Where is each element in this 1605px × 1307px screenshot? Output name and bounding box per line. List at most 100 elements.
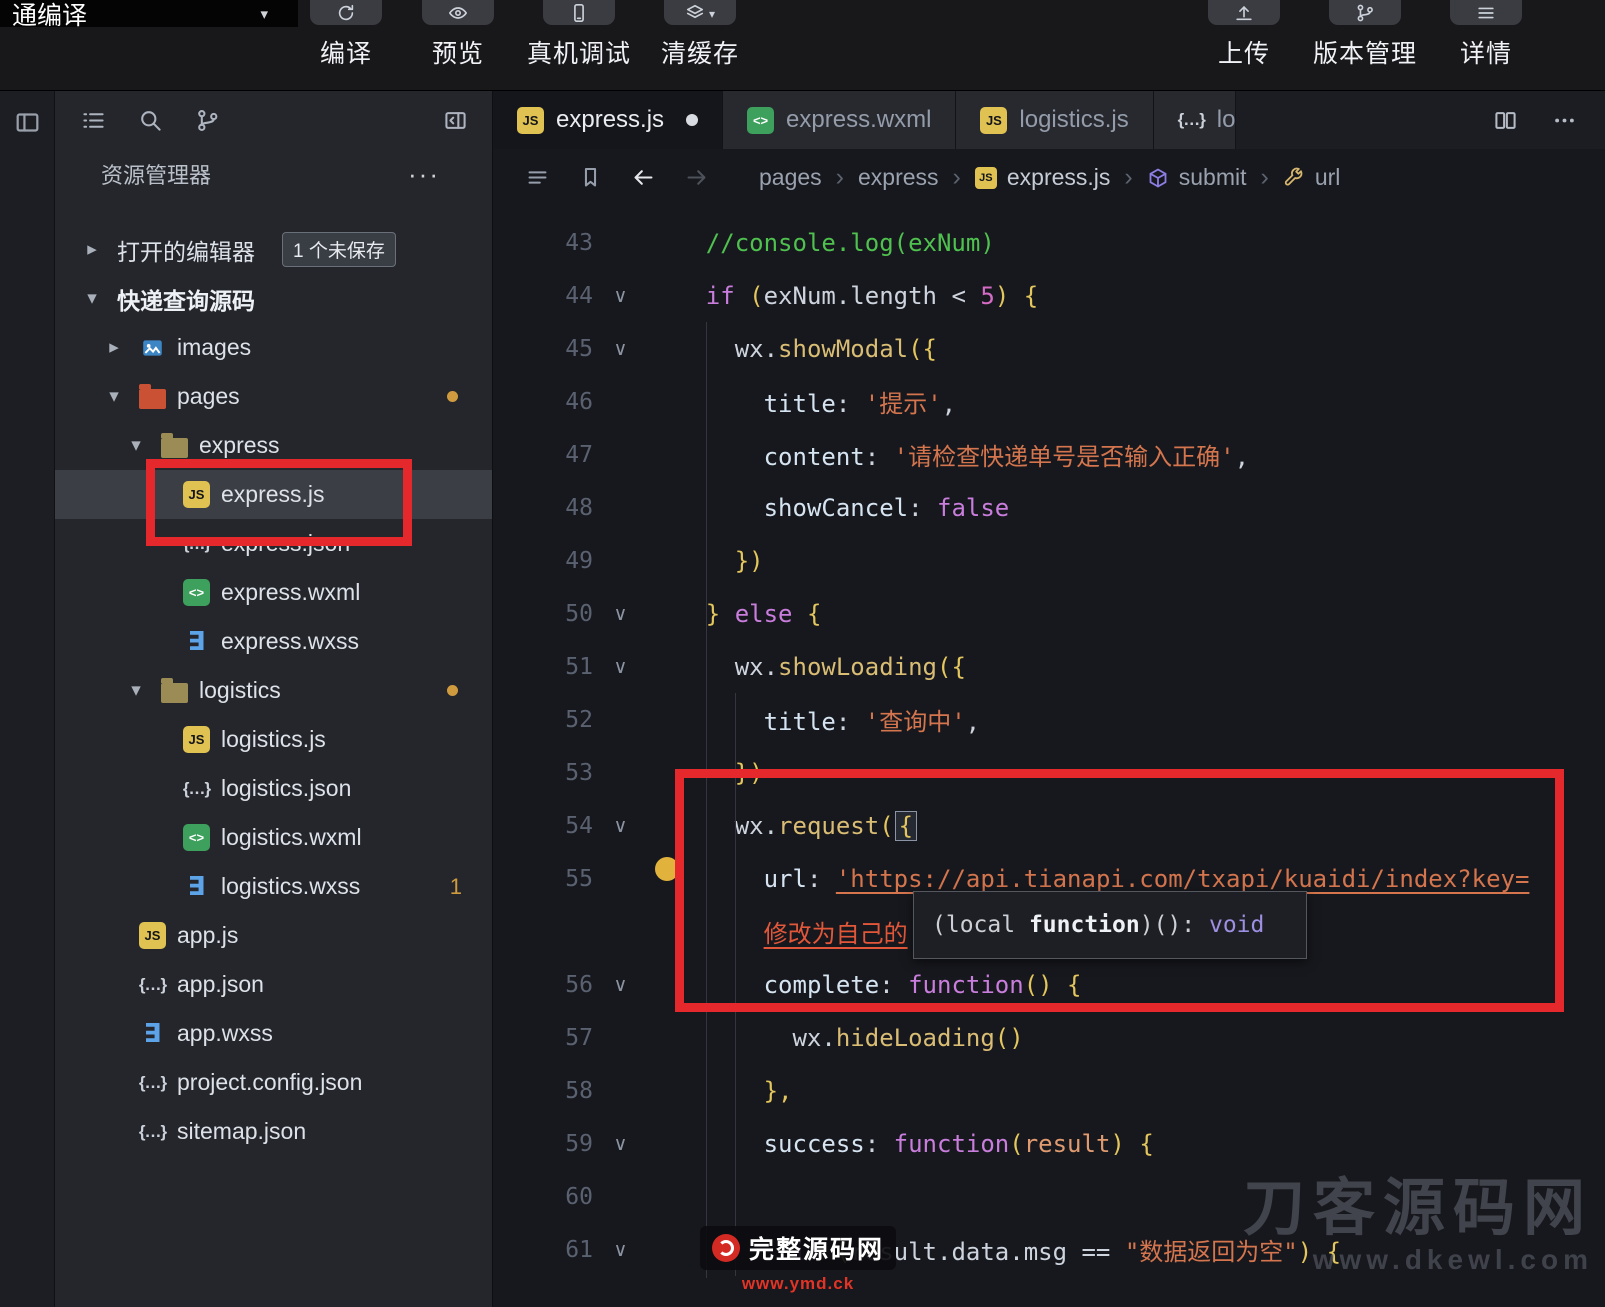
more-actions-icon[interactable]: ··· [408,169,440,179]
chevron-right-icon[interactable]: ▸ [78,238,106,261]
tab-label: lo [1217,106,1236,134]
code-text[interactable]: wx.showModal({ [648,335,1605,363]
tree-item-express-js[interactable]: JSexpress.js [55,470,492,519]
toolbar-button-details[interactable]: 详情 [1443,0,1529,70]
breadcrumb-item-url[interactable]: url [1283,164,1341,191]
split-editor-icon[interactable] [1493,108,1518,133]
code-text[interactable]: }) [648,759,1605,787]
fold-chevron-icon[interactable]: ∨ [593,656,648,678]
code-text[interactable]: if (result.data.msg == "数据返回为空") { [648,1232,1605,1267]
details-icon-box [1450,0,1522,25]
hover-tooltip: (local function)(): void [913,891,1307,959]
breadcrumb-item-pages[interactable]: pages [759,164,822,191]
outline-list-icon[interactable] [525,165,550,190]
code-text[interactable]: url: 'https://api.tianapi.com/txapi/kuai… [648,865,1605,893]
tree-item-logistics-js[interactable]: JSlogistics.js [55,715,492,764]
chevron-right-icon[interactable]: ▸ [100,336,128,359]
tree-item-logistics[interactable]: ▾logistics [55,666,492,715]
toolbar-button-clear-cache[interactable]: ▾清缓存 [657,0,743,70]
breadcrumb-item-express-js[interactable]: JSexpress.js [975,164,1111,191]
chevron-down-icon[interactable]: ▾ [78,287,106,310]
panel-layout-icon[interactable] [14,109,41,136]
more-editor-actions-icon[interactable] [1552,108,1577,133]
code-text[interactable]: wx.showLoading({ [648,653,1605,681]
code-text[interactable]: wx.request({ [648,812,1605,840]
code-text[interactable]: success: function(result) { [648,1130,1605,1158]
code-text[interactable]: complete: function() { [648,971,1605,999]
fold-chevron-icon[interactable]: ∨ [593,285,648,307]
tree-item-app-js[interactable]: JSapp.js [55,911,492,960]
editor: JSexpress.js<>express.wxmlJSlogistics.js… [493,91,1605,1307]
sidebar-title: 资源管理器 [101,158,211,190]
tree-item-express[interactable]: ▾express [55,421,492,470]
tab-logistics-js[interactable]: JSlogistics.js [956,91,1153,149]
tree-item-open-editors[interactable]: ▸打开的编辑器1 个未保存 [55,225,492,274]
chevron-down-icon[interactable]: ▾ [122,679,150,702]
code-text[interactable]: //console.log(exNum) [648,229,1605,257]
fold-chevron-icon[interactable]: ∨ [593,338,648,360]
navigate-back-icon[interactable] [631,165,656,190]
chevron-down-icon[interactable]: ▾ [122,434,150,457]
activity-bar [0,91,55,1307]
code-text[interactable]: if (exNum.length < 5) { [648,282,1605,310]
code-editor[interactable]: 43//console.log(exNum)44∨if (exNum.lengt… [493,206,1605,1307]
toolbar-button-version[interactable]: 版本管理 [1313,0,1417,70]
tree-item-label: logistics.wxss [221,873,360,900]
code-text[interactable]: title: '提示', [648,384,1605,419]
fold-chevron-icon[interactable]: ∨ [593,1133,648,1155]
bookmark-icon[interactable] [578,165,603,190]
toolbar-button-device-debug[interactable]: 真机调试 [527,0,631,70]
tab-express-js[interactable]: JSexpress.js [493,91,723,149]
tab-bar: JSexpress.js<>express.wxmlJSlogistics.js… [493,91,1605,149]
chevron-down-icon[interactable]: ▾ [100,385,128,408]
js-file-icon: JS [139,922,166,949]
quick-fix-lightbulb-icon[interactable] [655,857,679,881]
tree-item-project-config-json[interactable]: {…}project.config.json [55,1058,492,1107]
git-branch-icon[interactable] [195,108,220,133]
tree-item-logistics-wxss[interactable]: ∃logistics.wxss1 [55,862,492,911]
fold-chevron-icon[interactable]: ∨ [593,815,648,837]
code-text[interactable]: }, [648,1077,1605,1105]
tree-item-project-root[interactable]: ▾快递查询源码 [55,274,492,323]
image-folder-icon [139,336,166,360]
code-text[interactable]: content: '请检查快递单号是否输入正确', [648,437,1605,472]
code-text[interactable]: } else { [648,600,1605,628]
tree-item-express-wxml[interactable]: <>express.wxml [55,568,492,617]
tab-bar-tabs: JSexpress.js<>express.wxmlJSlogistics.js… [493,91,1236,149]
toolbar-button-upload[interactable]: 上传 [1201,0,1287,70]
code-text[interactable]: }) [648,547,1605,575]
code-text[interactable]: title: '查询中', [648,702,1605,737]
breadcrumb-separator-icon: › [1124,163,1132,192]
breadcrumb-item-express[interactable]: express [858,164,939,191]
tree-item-sitemap-json[interactable]: {…}sitemap.json [55,1107,492,1156]
explorer-icon[interactable] [81,108,106,133]
fold-chevron-icon[interactable]: ∨ [593,974,648,996]
fold-chevron-icon[interactable]: ∨ [593,1239,648,1261]
code-line: 52title: '查询中', [493,693,1605,746]
tree-item-express-json[interactable]: {…}express.json [55,519,492,568]
tab-express-wxml[interactable]: <>express.wxml [723,91,956,149]
search-icon[interactable] [138,108,163,133]
fold-chevron-icon[interactable]: ∨ [593,603,648,625]
tree-item-logistics-wxml[interactable]: <>logistics.wxml [55,813,492,862]
code-text[interactable]: showCancel: false [648,494,1605,522]
tree-item-logistics-json[interactable]: {…}logistics.json [55,764,492,813]
navigate-forward-icon[interactable] [684,165,709,190]
toolbar-button-compile[interactable]: 编译 [303,0,389,70]
tree-item-app-wxss[interactable]: ∃app.wxss [55,1009,492,1058]
tree-item-images[interactable]: ▸images [55,323,492,372]
toolbar-button-preview[interactable]: 预览 [415,0,501,70]
code-text[interactable]: wx.hideLoading() [648,1024,1605,1052]
compile-mode-dropdown[interactable]: 通编译 ▾ [0,0,298,27]
line-number: 58 [493,1078,593,1104]
breadcrumb-item-submit[interactable]: submit [1147,164,1247,191]
tab-logistics-partial[interactable]: {…}lo [1154,91,1237,149]
tree-item-pages[interactable]: ▾pages [55,372,492,421]
wxml-file-icon: <> [183,824,210,851]
cube-icon [1147,167,1169,189]
collapse-sidebar-icon[interactable] [443,108,468,133]
breadcrumb-separator-icon: › [953,163,961,192]
tree-item-app-json[interactable]: {…}app.json [55,960,492,1009]
tree-item-express-wxss[interactable]: ∃express.wxss [55,617,492,666]
tree-item-label: sitemap.json [177,1118,306,1145]
